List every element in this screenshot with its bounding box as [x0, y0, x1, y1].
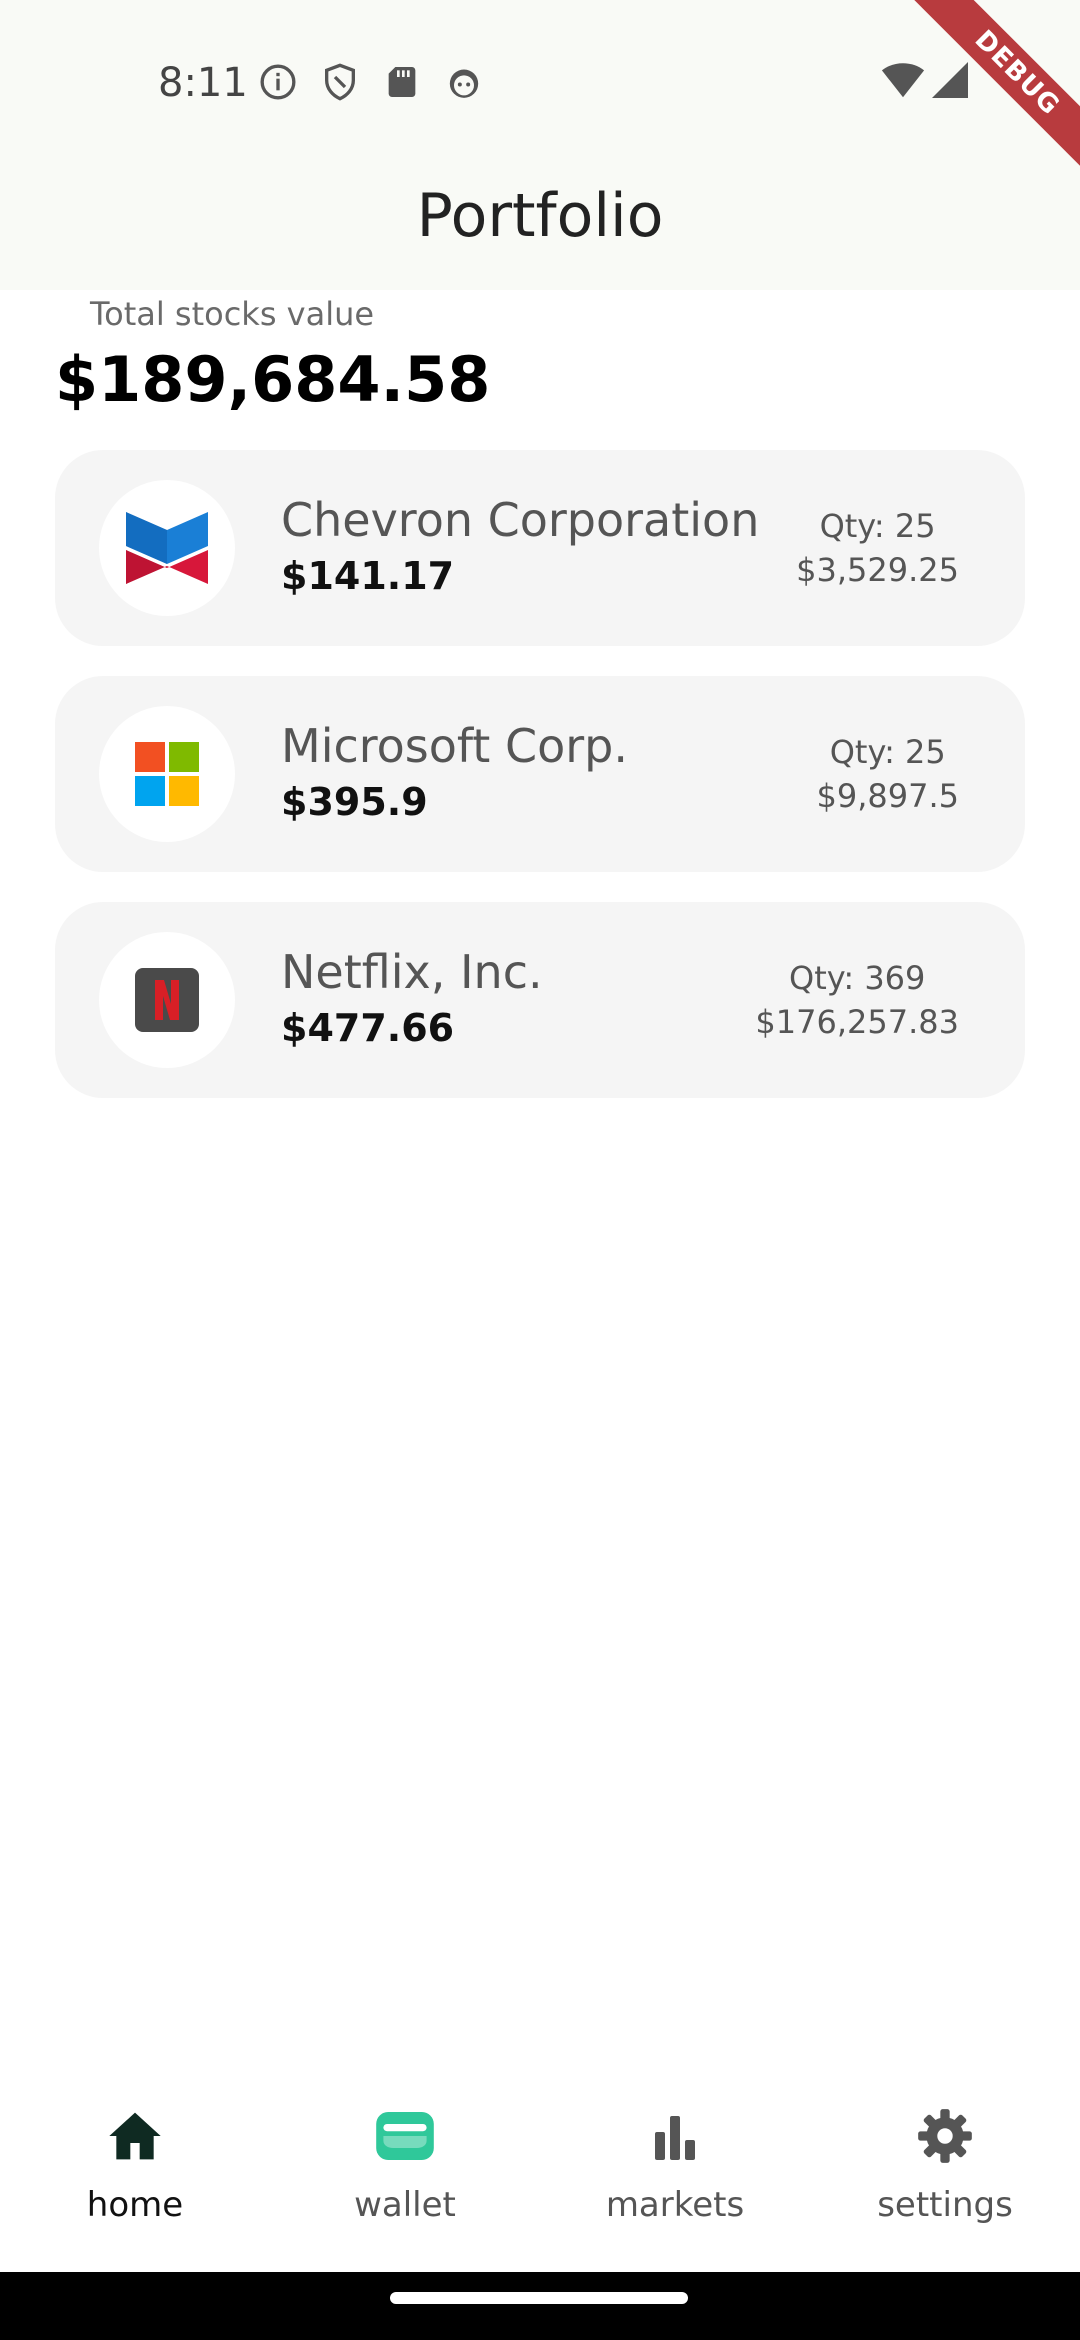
wallet-icon [375, 2106, 435, 2166]
info-icon [258, 62, 298, 106]
gear-icon [915, 2106, 975, 2166]
gesture-handle[interactable] [390, 2292, 688, 2304]
stock-price: $395.9 [281, 780, 428, 824]
gesture-bar [0, 2272, 1080, 2340]
shield-icon [320, 62, 360, 106]
stock-list: Chevron Corporation $141.17 Qty: 25 $3,5… [55, 450, 1025, 1128]
nav-label: markets [605, 2185, 745, 2225]
stock-qty: Qty: 369 [789, 959, 926, 997]
stock-holding-value: $9,897.5 [816, 777, 960, 815]
chevron-logo-icon [99, 480, 235, 616]
stock-name: Chevron Corporation [281, 493, 760, 547]
bar-chart-icon [645, 2106, 705, 2166]
stock-name: Microsoft Corp. [281, 719, 628, 773]
stock-holding-value: $176,257.83 [755, 1003, 959, 1041]
stock-qty: Qty: 25 [819, 507, 936, 545]
nav-item-wallet[interactable]: wallet [270, 2076, 540, 2272]
netflix-logo-icon [99, 932, 235, 1068]
home-icon [105, 2106, 165, 2166]
nav-item-settings[interactable]: settings [810, 2076, 1080, 2272]
total-value-amount: $189,684.58 [55, 343, 491, 416]
microsoft-logo-icon [99, 706, 235, 842]
android-face-icon [444, 62, 484, 106]
total-value-label: Total stocks value [90, 295, 375, 333]
nav-item-markets[interactable]: markets [540, 2076, 810, 2272]
nav-label: home [86, 2185, 184, 2225]
status-icons-left [258, 62, 484, 106]
debug-banner: DEBUG [910, 0, 1080, 170]
nav-item-home[interactable]: home [0, 2076, 270, 2272]
stock-price: $477.66 [281, 1006, 455, 1050]
stock-holdings: Qty: 25 $3,529.25 [796, 504, 959, 592]
nav-label: settings [877, 2185, 1013, 2225]
page-title: Portfolio [416, 181, 664, 251]
status-time: 8:11 [158, 60, 248, 106]
portfolio-screen: 8:11 Portfolio DEBUG Total stocks value … [0, 0, 1080, 2340]
app-bar: 8:11 Portfolio DEBUG [0, 0, 1080, 290]
stock-card-microsoft[interactable]: Microsoft Corp. $395.9 Qty: 25 $9,897.5 [55, 676, 1025, 872]
stock-name: Netflix, Inc. [281, 945, 543, 999]
stock-holding-value: $3,529.25 [796, 551, 959, 589]
stock-price: $141.17 [281, 554, 455, 598]
stock-qty: Qty: 25 [829, 733, 946, 771]
stock-card-netflix[interactable]: Netflix, Inc. $477.66 Qty: 369 $176,257.… [55, 902, 1025, 1098]
stock-holdings: Qty: 369 $176,257.83 [755, 956, 959, 1044]
stock-card-chevron[interactable]: Chevron Corporation $141.17 Qty: 25 $3,5… [55, 450, 1025, 646]
bottom-navigation: home wallet markets settings [0, 2076, 1080, 2272]
nav-label: wallet [354, 2185, 456, 2225]
stock-holdings: Qty: 25 $9,897.5 [817, 730, 960, 818]
sd-card-icon [382, 62, 422, 106]
debug-banner-label: DEBUG [913, 0, 1080, 170]
